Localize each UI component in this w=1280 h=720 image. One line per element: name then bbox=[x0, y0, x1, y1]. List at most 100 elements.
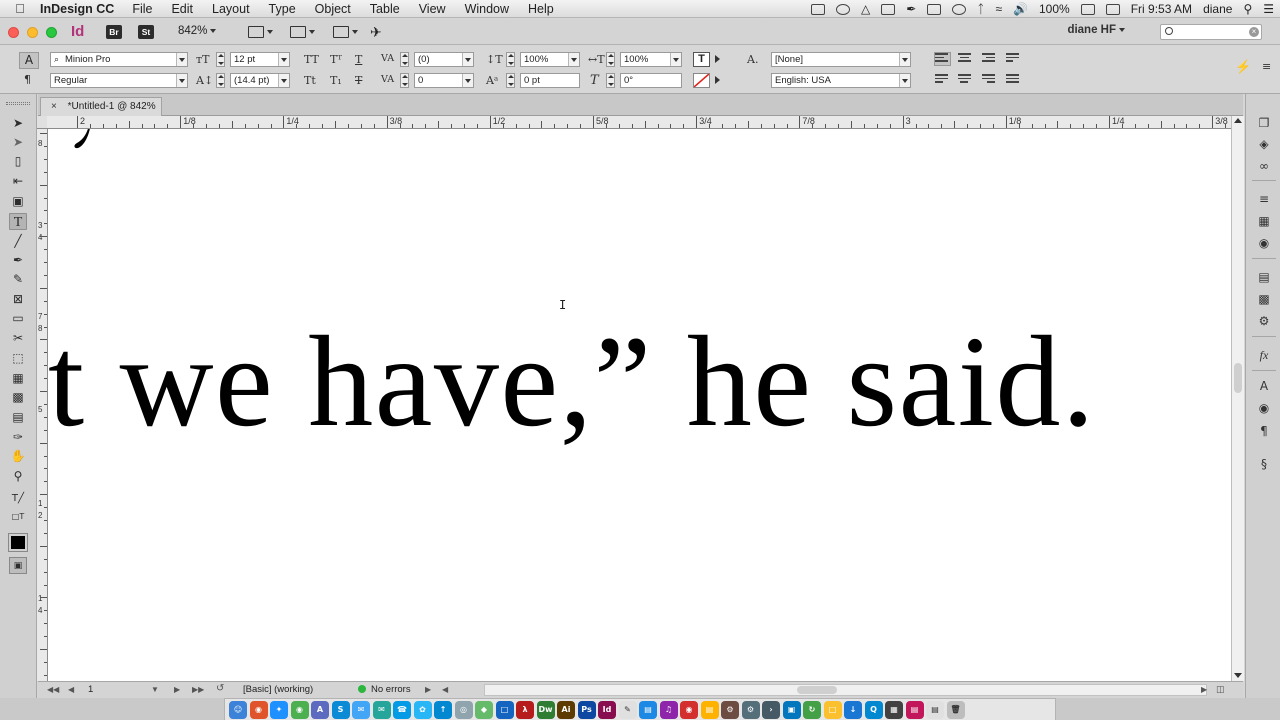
small-caps-button[interactable]: Tt bbox=[304, 74, 316, 87]
font-style-field[interactable]: Regular bbox=[50, 73, 188, 88]
drive-icon[interactable]: △ bbox=[861, 2, 870, 16]
photo-booth-icon[interactable]: ◉ bbox=[680, 701, 698, 719]
system-preferences-icon[interactable]: ⚙ bbox=[741, 701, 760, 719]
menu-window[interactable]: Window bbox=[465, 2, 509, 16]
stroke-swatch-menu-icon[interactable] bbox=[715, 76, 720, 84]
control-panel-menu-icon[interactable]: ≡ bbox=[1262, 60, 1271, 73]
horizontal-scale-field[interactable]: 100% bbox=[620, 52, 682, 67]
justify-left-button[interactable] bbox=[935, 74, 950, 86]
preflight-menu-icon[interactable]: ▶ bbox=[425, 685, 431, 694]
gap-tool-icon[interactable]: ⇤ bbox=[9, 173, 27, 190]
align-right-button[interactable] bbox=[982, 53, 997, 65]
skew-field[interactable]: 0° bbox=[620, 73, 682, 88]
language-field[interactable]: English: USA bbox=[771, 73, 911, 88]
rectangle-frame-tool-icon[interactable]: ⊠ bbox=[9, 291, 27, 308]
character-panel-icon[interactable]: A bbox=[1257, 379, 1271, 393]
underline-button[interactable]: T bbox=[355, 53, 362, 66]
workspace-switcher[interactable]: diane HF bbox=[1067, 24, 1125, 36]
character-style-field[interactable]: [None] bbox=[771, 52, 911, 67]
twitter-icon[interactable]: ◎ bbox=[454, 701, 473, 719]
text-fill-icon[interactable]: T bbox=[693, 52, 710, 67]
screen-sharing-icon[interactable]: ▣ bbox=[782, 701, 801, 719]
chrome-icon[interactable]: ◉ bbox=[290, 701, 309, 719]
links-panel-icon[interactable]: ∞ bbox=[1257, 159, 1271, 173]
page-tool-icon[interactable]: ▯ bbox=[9, 153, 27, 170]
rectangle-tool-icon[interactable]: ▭ bbox=[9, 310, 27, 327]
notification-center-icon[interactable]: ☰ bbox=[1263, 2, 1274, 16]
gradient-swatch-tool-icon[interactable]: ▦ bbox=[9, 370, 27, 387]
safari-icon[interactable]: ✦ bbox=[270, 701, 288, 719]
vertical-scroll-thumb[interactable] bbox=[1234, 363, 1242, 393]
publish-online-button[interactable]: ✈ bbox=[370, 24, 382, 40]
tracking-stepper[interactable] bbox=[400, 73, 409, 88]
migration-icon[interactable]: ↻ bbox=[803, 701, 821, 719]
notes-icon[interactable]: ▤ bbox=[700, 701, 719, 719]
vertical-scale-field[interactable]: 100% bbox=[520, 52, 580, 67]
quick-apply-icon[interactable]: ⚡ bbox=[1235, 60, 1251, 75]
next-page-icon[interactable]: ▶ bbox=[174, 685, 180, 694]
close-window-button[interactable] bbox=[8, 27, 19, 38]
pencil-tool-icon[interactable]: ✎ bbox=[9, 271, 27, 288]
first-page-icon[interactable]: ◀◀ bbox=[47, 685, 59, 694]
arrange-documents-button[interactable] bbox=[333, 25, 358, 39]
align-towards-spine-button[interactable] bbox=[1006, 53, 1021, 65]
stroke-panel-icon[interactable]: ≡ bbox=[1257, 192, 1271, 206]
menu-edit[interactable]: Edit bbox=[171, 2, 193, 16]
character-formatting-mode-button[interactable]: A bbox=[19, 52, 39, 69]
object-styles-panel-icon[interactable]: ⚙ bbox=[1257, 314, 1271, 328]
indesign-dock-icon[interactable]: Id bbox=[598, 701, 616, 719]
chevron-down-icon[interactable] bbox=[176, 53, 187, 66]
chevron-down-icon[interactable] bbox=[278, 74, 289, 87]
bridge-button[interactable]: Br bbox=[106, 25, 122, 39]
baseline-shift-stepper[interactable] bbox=[506, 73, 515, 88]
justify-right-button[interactable] bbox=[982, 74, 997, 86]
chevron-down-icon[interactable] bbox=[176, 74, 187, 87]
documents-stack-icon[interactable]: ▦ bbox=[885, 701, 903, 719]
superscript-button[interactable]: Tᵀ bbox=[330, 53, 342, 66]
line-tool-icon[interactable]: ╱ bbox=[9, 233, 27, 250]
last-page-icon[interactable]: ▶▶ bbox=[192, 685, 204, 694]
document-canvas[interactable]: t we have,” he said. I bbox=[48, 129, 1231, 681]
font-size-field[interactable]: 12 pt bbox=[230, 52, 290, 67]
app-menu[interactable]: InDesign CC bbox=[40, 2, 114, 16]
scissors-tool-icon[interactable]: ✂ bbox=[9, 330, 27, 347]
ftp-icon[interactable]: ↑ bbox=[434, 701, 452, 719]
menu-type[interactable]: Type bbox=[269, 2, 296, 16]
kerning-field[interactable]: (0) bbox=[414, 52, 474, 67]
paragraph-formatting-mode-icon[interactable]: ¶ bbox=[24, 73, 31, 86]
calendar-icon[interactable]: □ bbox=[495, 701, 514, 719]
terminal-icon[interactable]: › bbox=[762, 701, 780, 719]
menu-layout[interactable]: Layout bbox=[212, 2, 250, 16]
bluetooth-icon[interactable]: ᛏ bbox=[977, 2, 984, 16]
preflight-status[interactable]: No errors bbox=[358, 684, 411, 695]
color-panel-icon[interactable]: ◉ bbox=[1257, 236, 1271, 250]
zoom-window-button[interactable] bbox=[46, 27, 57, 38]
time-machine-icon[interactable] bbox=[952, 3, 967, 15]
apple-menu-icon[interactable]:  bbox=[0, 1, 40, 16]
chevron-down-icon[interactable] bbox=[462, 74, 473, 87]
note-tool-icon[interactable]: ▤ bbox=[9, 409, 27, 426]
preview-icon[interactable]: ▤ bbox=[639, 701, 657, 719]
preflight-profile[interactable]: [Basic] (working) bbox=[243, 684, 313, 695]
chevron-down-icon[interactable] bbox=[462, 53, 473, 66]
content-collector-icon[interactable]: ▣ bbox=[9, 193, 27, 210]
close-tab-icon[interactable]: × bbox=[51, 101, 57, 112]
page-menu-icon[interactable]: ▼ bbox=[151, 685, 159, 694]
textedit-icon[interactable]: ✎ bbox=[618, 701, 637, 719]
type-tool-icon[interactable]: T bbox=[9, 213, 27, 230]
align-left-button[interactable] bbox=[934, 52, 951, 66]
help-search-input[interactable]: × bbox=[1160, 24, 1262, 40]
open-page-icon[interactable]: ↺ bbox=[216, 683, 224, 694]
horizontal-scale-stepper[interactable] bbox=[606, 52, 615, 67]
menu-help[interactable]: Help bbox=[528, 2, 554, 16]
scroll-down-icon[interactable] bbox=[1234, 673, 1242, 678]
all-caps-button[interactable]: TT bbox=[304, 53, 319, 66]
hand-tool-icon[interactable]: ✋ bbox=[9, 448, 27, 465]
font-size-stepper[interactable] bbox=[216, 52, 225, 67]
justify-center-button[interactable] bbox=[958, 74, 973, 86]
battery-icon[interactable] bbox=[1080, 3, 1095, 15]
dropbox-icon[interactable] bbox=[881, 3, 896, 15]
horizontal-ruler[interactable]: 2 1/8 1/4 3/8 1/2 5/8 3/4 7/8 3 1/8 1/4 3/8 bbox=[47, 116, 1231, 129]
zoom-level-dropdown[interactable]: 842% bbox=[178, 25, 217, 37]
eyedropper-tool-icon[interactable]: ✑ bbox=[9, 429, 27, 446]
